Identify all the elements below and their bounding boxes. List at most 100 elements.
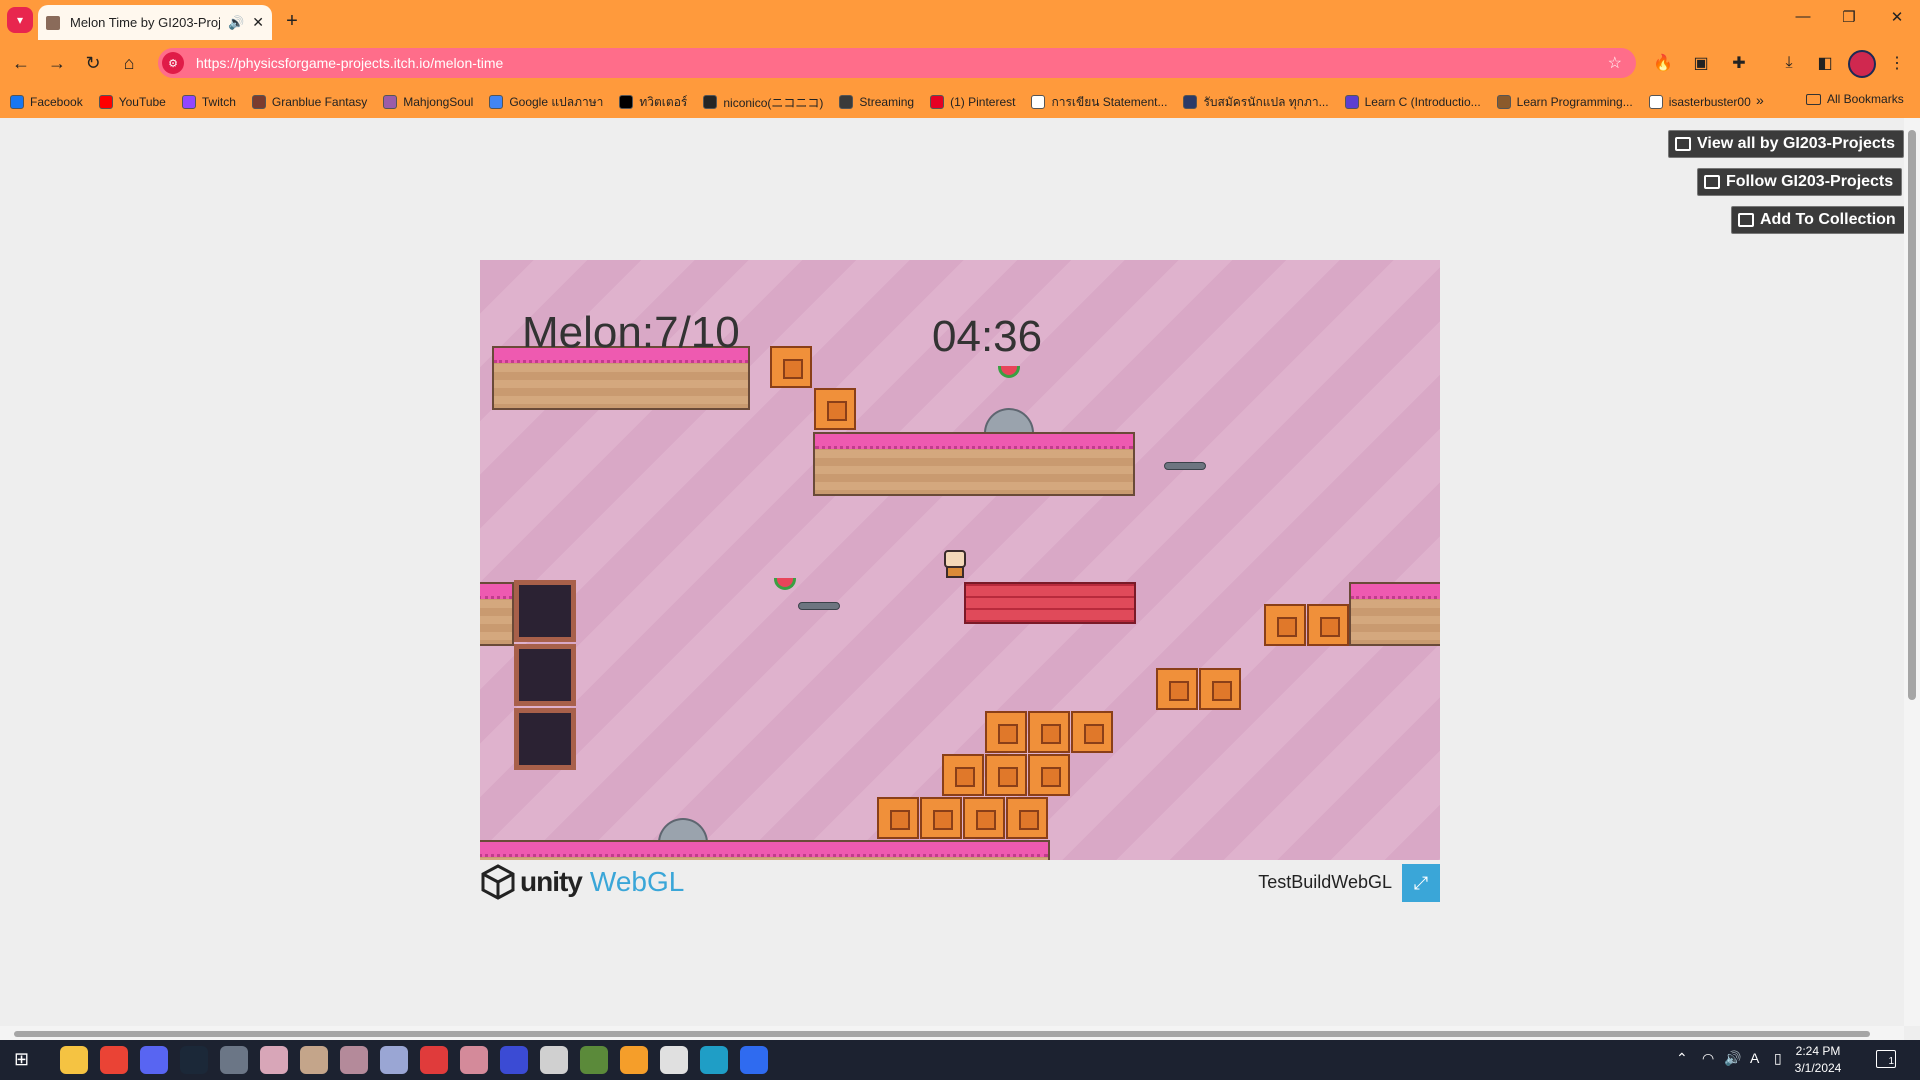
- restore-icon[interactable]: ❐: [1834, 8, 1864, 26]
- bookmark-item[interactable]: Twitch: [181, 95, 236, 109]
- game-2-icon[interactable]: [300, 1046, 328, 1074]
- bookmark-item[interactable]: MahjongSoul: [383, 95, 473, 109]
- crate: [1199, 668, 1241, 710]
- bookmark-favicon-icon: [839, 95, 854, 109]
- tab-favicon-icon: [46, 15, 60, 30]
- bookmark-item[interactable]: niconico(ニコニコ): [703, 94, 823, 111]
- bookmark-item[interactable]: isasterbuster00: [1648, 95, 1751, 109]
- game-1-icon[interactable]: [260, 1046, 288, 1074]
- reload-icon[interactable]: ↻: [80, 51, 106, 75]
- extensions-puzzle-icon[interactable]: ✚: [1728, 52, 1750, 74]
- crate: [1307, 604, 1349, 646]
- menu-dots-icon[interactable]: ⋮: [1886, 52, 1908, 74]
- scroll-thumb[interactable]: [14, 1031, 1870, 1037]
- extension-flame-icon[interactable]: 🔥: [1652, 52, 1674, 74]
- bookmark-label: YouTube: [118, 95, 166, 109]
- add-to-collection-button[interactable]: Add To Collection: [1731, 206, 1905, 234]
- brick-platform: [964, 582, 1136, 624]
- add-collection-label: Add To Collection: [1760, 211, 1896, 228]
- bookmark-label: Facebook: [30, 95, 83, 109]
- bookmark-item[interactable]: การเขียน Statement...: [1031, 93, 1167, 112]
- download-icon[interactable]: ⤓: [1778, 52, 1800, 74]
- forward-icon[interactable]: →: [44, 51, 70, 75]
- discord-icon[interactable]: [140, 1046, 168, 1074]
- browser-titlebar: ▾ Melon Time by GI203-Proje 🔊 ✕ + — ❐ ✕: [0, 0, 1920, 40]
- bookmark-label: Granblue Fantasy: [271, 95, 368, 109]
- add-user-icon: [1704, 175, 1720, 189]
- system-clock[interactable]: 2:24 PM 3/1/2024: [1784, 1043, 1852, 1077]
- keyboard-language-icon[interactable]: A: [1750, 1050, 1759, 1066]
- side-panel-icon[interactable]: ◧: [1814, 52, 1836, 74]
- crate: [814, 388, 856, 430]
- home-icon[interactable]: ⌂: [116, 51, 142, 75]
- bookmark-item[interactable]: รับสมัครนักแปล ทุกภา...: [1183, 93, 1329, 112]
- network-icon[interactable]: ◠: [1702, 1050, 1714, 1067]
- windows-start-icon[interactable]: ⊞: [14, 1049, 29, 1070]
- app-ring-icon[interactable]: [220, 1046, 248, 1074]
- settings-icon[interactable]: [540, 1046, 568, 1074]
- site-info-icon[interactable]: ⚙: [162, 52, 184, 74]
- game-4-icon[interactable]: [380, 1046, 408, 1074]
- bookmark-item[interactable]: (1) Pinterest: [930, 95, 1015, 109]
- picture-in-picture-icon[interactable]: ▣: [1690, 52, 1712, 74]
- battery-icon[interactable]: ▯: [1774, 1050, 1782, 1067]
- bookmark-favicon-icon: [1031, 95, 1046, 109]
- minimize-icon[interactable]: —: [1788, 8, 1818, 25]
- bookmark-item[interactable]: Granblue Fantasy: [251, 95, 368, 109]
- fullscreen-button[interactable]: ⤢: [1402, 864, 1440, 902]
- crate: [1028, 711, 1070, 753]
- speaker-icon[interactable]: 🔊: [228, 15, 244, 31]
- back-icon[interactable]: ←: [8, 51, 34, 75]
- minecraft-icon[interactable]: [580, 1046, 608, 1074]
- address-bar[interactable]: ⚙ https://physicsforgame-projects.itch.i…: [158, 48, 1636, 78]
- dice-app-icon[interactable]: [740, 1046, 768, 1074]
- bookmarks-overflow-icon[interactable]: »: [1756, 92, 1764, 108]
- maya-icon[interactable]: [700, 1046, 728, 1074]
- file-explorer-icon[interactable]: [60, 1046, 88, 1074]
- bookmark-item[interactable]: Learn C (Introductio...: [1344, 95, 1481, 109]
- timer: 04:36: [932, 312, 1043, 361]
- game-7-icon[interactable]: [500, 1046, 528, 1074]
- notification-icon[interactable]: 1: [1876, 1050, 1896, 1068]
- profile-avatar[interactable]: [1848, 50, 1876, 78]
- bookmark-item[interactable]: Learn Programming...: [1496, 95, 1633, 109]
- close-tab-icon[interactable]: ✕: [252, 14, 264, 31]
- all-bookmarks-button[interactable]: All Bookmarks: [1806, 92, 1904, 106]
- steam-icon[interactable]: [180, 1046, 208, 1074]
- bookmark-item[interactable]: Facebook: [10, 95, 83, 109]
- tab-search-icon[interactable]: ▾: [7, 7, 33, 33]
- vertical-scrollbar[interactable]: [1904, 118, 1920, 1026]
- scroll-thumb[interactable]: [1908, 130, 1916, 700]
- bookmark-item[interactable]: ทวิตเตอร์: [619, 93, 687, 112]
- all-bookmarks-label: All Bookmarks: [1827, 92, 1904, 106]
- follow-button[interactable]: Follow GI203-Projects: [1697, 168, 1903, 196]
- tray-chevron-icon[interactable]: ⌃: [1676, 1050, 1688, 1067]
- bookmark-label: Learn C (Introductio...: [1364, 95, 1481, 109]
- bookmark-item[interactable]: YouTube: [98, 95, 166, 109]
- game-3-icon[interactable]: [340, 1046, 368, 1074]
- unity-hub-icon[interactable]: [660, 1046, 688, 1074]
- bookmark-star-icon[interactable]: ☆: [1608, 53, 1622, 73]
- volume-icon[interactable]: 🔊: [1724, 1050, 1741, 1067]
- tab-melon-time[interactable]: Melon Time by GI203-Proje 🔊 ✕: [38, 5, 272, 40]
- game-canvas[interactable]: Melon:7/10 04:36: [480, 260, 1440, 860]
- folder-icon: [1806, 93, 1821, 105]
- crate: [985, 711, 1027, 753]
- chrome-icon[interactable]: [100, 1046, 128, 1074]
- bookmark-item[interactable]: Google แปลภาษา: [489, 93, 603, 112]
- bookmark-favicon-icon: [619, 95, 634, 109]
- url-text[interactable]: https://physicsforgame-projects.itch.io/…: [196, 55, 1608, 71]
- bookmark-item[interactable]: Streaming: [839, 95, 914, 109]
- new-tab-button[interactable]: +: [280, 9, 304, 33]
- clock-time: 2:24 PM: [1795, 1044, 1841, 1058]
- platform: [1349, 582, 1440, 646]
- close-window-icon[interactable]: ✕: [1882, 8, 1912, 26]
- bookmark-label: การเขียน Statement...: [1051, 94, 1168, 109]
- fl-studio-icon[interactable]: [620, 1046, 648, 1074]
- bookmark-favicon-icon: [489, 95, 504, 109]
- bookmark-label: MahjongSoul: [403, 95, 474, 109]
- game-5-icon[interactable]: [420, 1046, 448, 1074]
- game-6-icon[interactable]: [460, 1046, 488, 1074]
- view-all-button[interactable]: View all by GI203-Projects: [1668, 130, 1905, 158]
- bookmarks-bar: Facebook YouTube Twitch Granblue Fantasy Mah…: [0, 86, 1920, 118]
